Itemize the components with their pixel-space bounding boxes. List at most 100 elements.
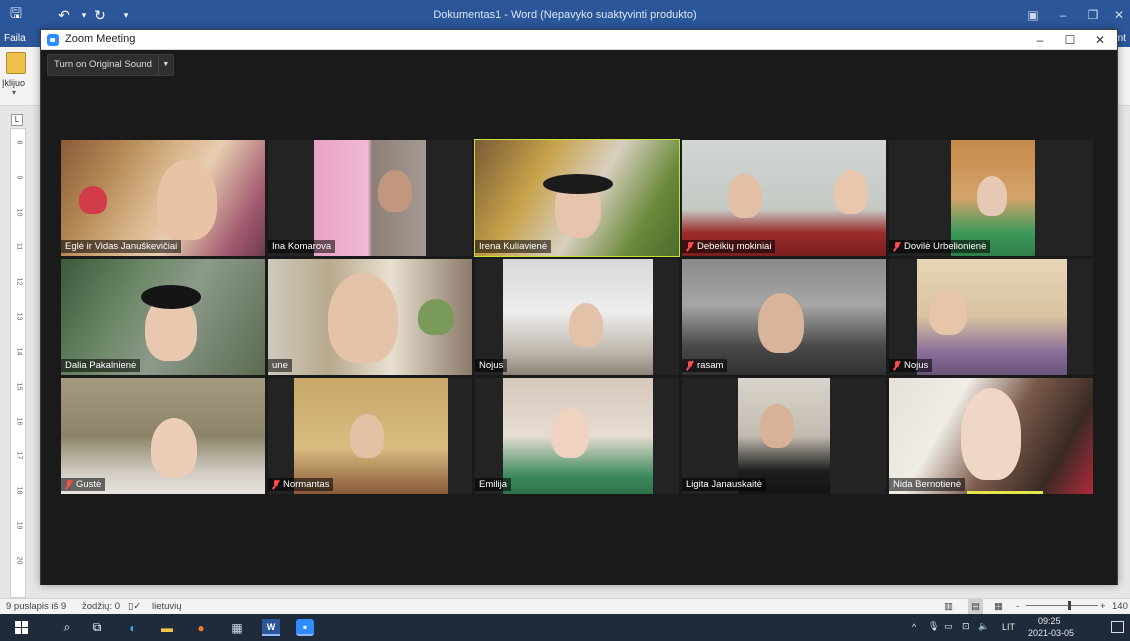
search-icon[interactable]: ⌕ bbox=[58, 619, 76, 636]
ruler-tab-selector[interactable]: L bbox=[11, 114, 23, 126]
participant-name-tag: Nojus bbox=[475, 359, 508, 372]
zoom-close-icon[interactable]: ✕ bbox=[1085, 30, 1115, 50]
zoom-maximize-icon[interactable]: ☐ bbox=[1055, 30, 1085, 50]
video-tile[interactable]: Ina Komarova bbox=[268, 140, 472, 256]
ruler-number: 20 bbox=[15, 556, 23, 565]
ruler-number: 14 bbox=[15, 347, 23, 356]
mic-muted-icon bbox=[893, 242, 901, 251]
ruler-number: 18 bbox=[15, 486, 23, 495]
original-sound-label[interactable]: Turn on Original Sound bbox=[48, 55, 159, 75]
video-tile[interactable]: Emilija bbox=[475, 378, 679, 494]
language-indicator[interactable]: lietuvių bbox=[152, 599, 182, 614]
page-count[interactable]: 9 puslapis iš 9 bbox=[6, 599, 66, 614]
windows-start-icon[interactable] bbox=[12, 619, 30, 636]
volume-icon[interactable]: 🔈 bbox=[978, 621, 989, 632]
video-tile[interactable]: Gustė bbox=[61, 378, 265, 494]
mic-muted-icon bbox=[686, 242, 694, 251]
participant-name-tag: Eglė ir Vidas Januškevičiai bbox=[61, 240, 182, 253]
participant-name-tag: Debeikių mokiniai bbox=[682, 240, 776, 253]
original-sound-dropdown-icon[interactable]: ▼ bbox=[159, 55, 173, 75]
video-tile[interactable]: rasam bbox=[682, 259, 886, 375]
read-mode-icon[interactable]: ▥ bbox=[944, 599, 953, 614]
paste-label[interactable]: Įklijuo bbox=[2, 78, 25, 88]
word-count[interactable]: žodžių: 0 bbox=[82, 599, 120, 614]
calculator-icon[interactable]: ▦ bbox=[228, 619, 246, 636]
participant-name-tag: Irena Kuliavienė bbox=[475, 240, 552, 253]
zoom-app-icon[interactable]: ▪ bbox=[296, 619, 314, 636]
participant-name: une bbox=[272, 360, 288, 371]
zoom-minimize-icon[interactable]: – bbox=[1025, 30, 1055, 50]
participant-name: Eglė ir Vidas Januškevičiai bbox=[65, 241, 178, 252]
paste-dropdown-icon[interactable]: ▾ bbox=[12, 88, 16, 97]
battery-icon[interactable]: ▭ bbox=[944, 621, 953, 632]
participant-name-tag: Normantas bbox=[268, 478, 334, 491]
ruler-number: 11 bbox=[15, 242, 23, 251]
participant-name-tag: Ina Komarova bbox=[268, 240, 336, 253]
word-close-icon[interactable]: ✕ bbox=[1104, 0, 1130, 30]
mic-muted-icon bbox=[686, 361, 694, 370]
participant-name-tag: Dovilė Urbelionienė bbox=[889, 240, 991, 253]
ruler-number: 9 bbox=[15, 175, 23, 180]
ruler-number: 13 bbox=[15, 312, 23, 321]
word-minimize-icon[interactable]: – bbox=[1048, 0, 1078, 30]
ribbon-display-icon[interactable]: ▣ bbox=[1018, 0, 1048, 30]
video-tile[interactable]: une bbox=[268, 259, 472, 375]
video-gallery: Turn on Original Sound ▼ Eglė ir Vidas J… bbox=[41, 50, 1117, 585]
zoom-in-button[interactable]: + bbox=[1100, 599, 1106, 614]
video-tile[interactable]: Nojus bbox=[889, 259, 1093, 375]
participant-name-tag: Nojus bbox=[889, 359, 933, 372]
video-tile[interactable]: Debeikių mokiniai bbox=[682, 140, 886, 256]
zoom-titlebar: Zoom Meeting – ☐ ✕ bbox=[41, 30, 1117, 50]
video-tile[interactable]: Eglė ir Vidas Januškevičiai bbox=[61, 140, 265, 256]
participant-figure bbox=[157, 160, 217, 240]
participant-figure bbox=[728, 174, 762, 218]
word-titlebar: 🖫 ↶ ▾ ↻ ▾ Dokumentas1 - Word (Nepavyko s… bbox=[0, 0, 1130, 30]
ruler-number: 8 bbox=[15, 140, 23, 145]
zoom-window: Zoom Meeting – ☐ ✕ Turn on Original Soun… bbox=[40, 29, 1118, 585]
zoom-slider-thumb[interactable] bbox=[1068, 601, 1071, 610]
video-tile[interactable]: Nojus bbox=[475, 259, 679, 375]
network-icon[interactable]: ⊡ bbox=[962, 621, 970, 632]
clock-time[interactable]: 09:25 bbox=[1038, 616, 1061, 626]
participant-name: Dovilė Urbelionienė bbox=[904, 241, 987, 252]
video-tile[interactable]: Normantas bbox=[268, 378, 472, 494]
tab-file[interactable]: Faila bbox=[0, 30, 40, 47]
original-sound-button[interactable]: Turn on Original Sound ▼ bbox=[47, 54, 174, 76]
participant-figure bbox=[551, 408, 589, 458]
notifications-icon[interactable] bbox=[1111, 621, 1124, 633]
task-view-icon[interactable]: ⧉ bbox=[88, 619, 106, 636]
video-tile[interactable]: Dalia Pakalnienė bbox=[61, 259, 265, 375]
video-tile-active-speaker[interactable]: Irena Kuliavienė bbox=[474, 139, 680, 257]
system-tray: ^ 🎙 ▭ ⊡ 🔈 LIT 09:25 2021-03-05 bbox=[912, 614, 1102, 641]
video-tile[interactable]: Ligita Janauskaitė bbox=[682, 378, 886, 494]
print-layout-icon[interactable]: ▤ bbox=[968, 599, 983, 614]
participant-name: Debeikių mokiniai bbox=[697, 241, 772, 252]
participant-name: Irena Kuliavienė bbox=[479, 241, 548, 252]
participant-name: rasam bbox=[697, 360, 724, 371]
video-tile[interactable]: Nida Bernotienė bbox=[889, 378, 1093, 494]
participant-hat bbox=[543, 174, 613, 194]
participant-name: Nojus bbox=[479, 360, 504, 371]
zoom-level[interactable]: 140 bbox=[1112, 599, 1128, 614]
clock-date[interactable]: 2021-03-05 bbox=[1028, 628, 1074, 638]
zoom-slider-track[interactable] bbox=[1026, 605, 1098, 606]
video-tile[interactable]: Dovilė Urbelionienė bbox=[889, 140, 1093, 256]
web-layout-icon[interactable]: ▦ bbox=[994, 599, 1003, 614]
edge-icon[interactable]: ◐ bbox=[124, 619, 142, 636]
microphone-icon[interactable]: 🎙 bbox=[928, 621, 939, 632]
ruler-number: 12 bbox=[15, 277, 23, 286]
input-language[interactable]: LIT bbox=[1002, 622, 1015, 632]
file-explorer-icon[interactable]: ▬ bbox=[158, 619, 176, 636]
participant-figure bbox=[929, 289, 967, 335]
vertical-ruler: 8 9 10 11 12 13 14 15 16 17 18 19 20 bbox=[10, 128, 26, 598]
tray-overflow-icon[interactable]: ^ bbox=[912, 622, 916, 632]
zoom-out-button[interactable]: - bbox=[1016, 599, 1019, 614]
word-app-icon[interactable]: W bbox=[262, 619, 280, 636]
proofing-icon[interactable]: ▯✓ bbox=[128, 599, 141, 614]
participant-name-tag: Ligita Janauskaitė bbox=[682, 478, 767, 491]
participant-figure bbox=[328, 273, 398, 363]
paste-icon[interactable] bbox=[6, 52, 26, 74]
zoom-window-title: Zoom Meeting bbox=[65, 33, 136, 45]
participant-figure bbox=[151, 418, 197, 478]
chrome-icon[interactable]: ● bbox=[192, 619, 210, 636]
